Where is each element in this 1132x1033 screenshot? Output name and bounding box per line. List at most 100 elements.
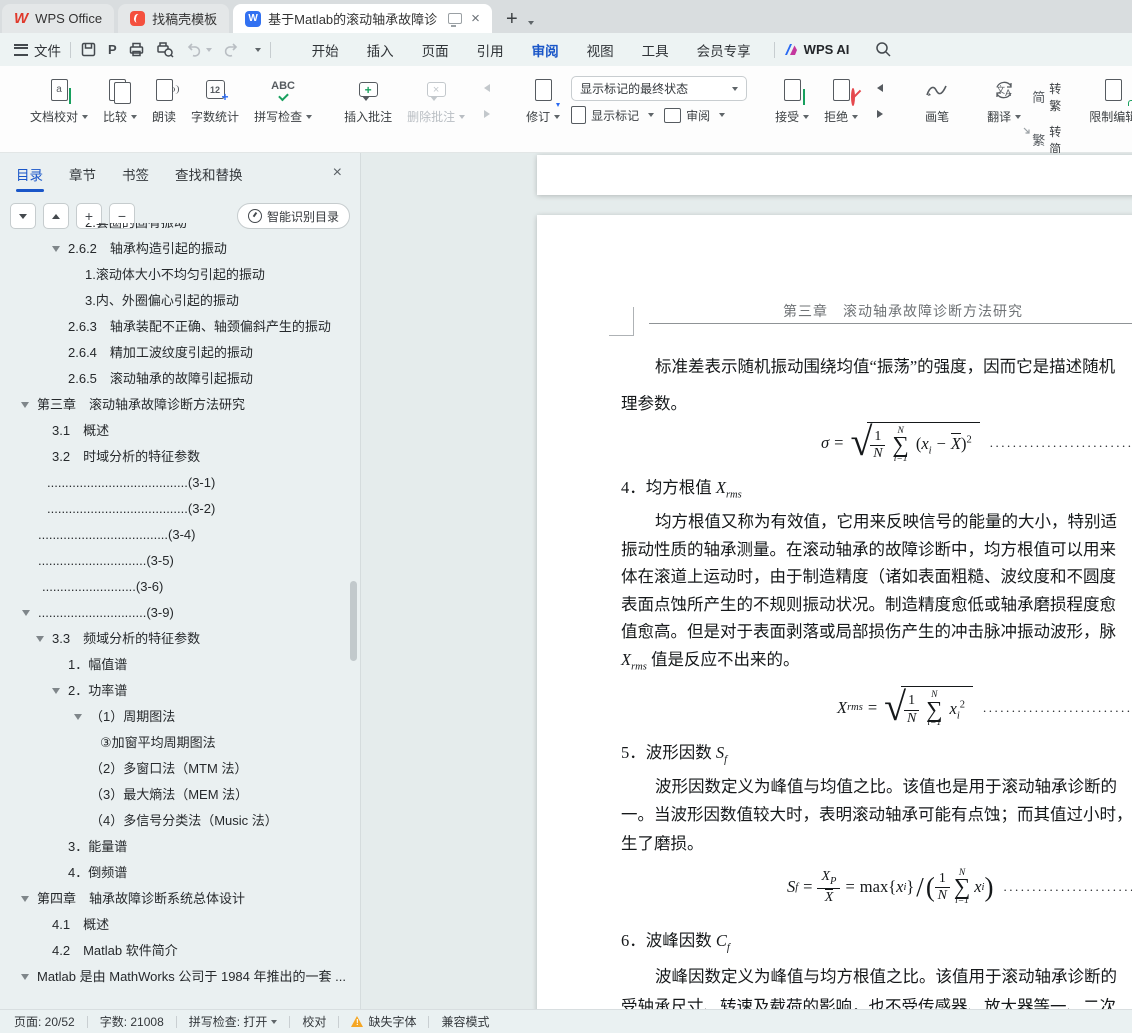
toc-item[interactable]: 1.滚动体大小不均匀引起的振动	[0, 262, 360, 288]
print-icon[interactable]	[128, 41, 145, 58]
review-pane-button[interactable]: 审阅	[664, 107, 726, 124]
insert-comment-button[interactable]: + 插入批注	[340, 74, 396, 127]
toc-item[interactable]: ..........................(3-6)	[0, 574, 360, 600]
traditional-to-simplified-button[interactable]: 繁 转简	[1032, 123, 1061, 157]
tab-find-replace[interactable]: 查找和替换	[175, 160, 243, 188]
word-count-button[interactable]: 12 + 字数统计	[187, 74, 243, 127]
compare-button[interactable]: 比较	[99, 74, 141, 127]
menu-membership[interactable]: 会员专享	[683, 34, 765, 66]
tab-wps-office[interactable]: W WPS Office	[2, 4, 115, 33]
toc-item[interactable]: 3.1 概述	[0, 418, 360, 444]
qat-more-chevron-icon[interactable]	[254, 47, 261, 52]
page-current[interactable]: 第三章 滚动轴承故障诊断方法研究 标准差表示随机振动围绕均值“振荡”的强度，因而…	[537, 215, 1132, 1018]
toc-item[interactable]: （2）多窗口法（MTM 法）	[0, 756, 360, 782]
menu-view[interactable]: 视图	[573, 34, 628, 66]
expand-triangle-icon[interactable]	[21, 974, 29, 980]
simplified-to-traditional-button[interactable]: 简 转繁	[1032, 80, 1061, 114]
sidebar-scrollbar[interactable]	[350, 581, 357, 661]
menu-tools[interactable]: 工具	[628, 34, 683, 66]
divider	[175, 1015, 177, 1028]
hamburger-menu-icon[interactable]	[14, 43, 28, 56]
expand-group-icon[interactable]	[1022, 126, 1031, 135]
accept-revision-button[interactable]: 接受	[771, 74, 813, 127]
toc-item[interactable]: 3.内、外圈偏心引起的振动	[0, 288, 360, 314]
wps-logo-icon: W	[14, 10, 29, 27]
expand-triangle-icon[interactable]	[21, 896, 29, 902]
tab-toc[interactable]: 目录	[16, 160, 43, 188]
tab-document[interactable]: W 基于Matlab的滚动轴承故障诊 ×	[233, 4, 492, 33]
expand-triangle-icon[interactable]	[52, 688, 60, 694]
export-pdf-icon[interactable]: P	[108, 42, 117, 57]
spell-check-button[interactable]: ABC 拼写检查	[250, 74, 316, 127]
close-panel-icon[interactable]: ×	[333, 165, 342, 181]
expand-triangle-icon[interactable]	[52, 246, 60, 252]
print-preview-icon[interactable]	[156, 41, 174, 58]
toc-item[interactable]: 4．倒频谱	[0, 860, 360, 886]
toc-item[interactable]: 2.套圈的固有振动	[0, 223, 360, 236]
previous-revision-icon[interactable]	[869, 77, 891, 99]
expand-triangle-icon[interactable]	[36, 636, 44, 642]
toc-item[interactable]: 2.6.4 精加工波纹度引起的振动	[0, 340, 360, 366]
markup-state-select[interactable]: 显示标记的最终状态	[571, 76, 748, 101]
toc-item[interactable]: 2.6.3 轴承装配不正确、轴颈偏斜产生的振动	[0, 314, 360, 340]
toc-item[interactable]: 2.6.2 轴承构造引起的振动	[0, 236, 360, 262]
toc-item[interactable]: 第四章 轴承故障诊断系统总体设计	[0, 886, 360, 912]
toc-item[interactable]: 4.2 Matlab 软件简介	[0, 938, 360, 964]
toc-item[interactable]: ..............................(3-5)	[0, 548, 360, 574]
toc-item[interactable]: （3）最大熵法（MEM 法）	[0, 782, 360, 808]
expand-triangle-icon[interactable]	[22, 610, 30, 616]
missing-font-button[interactable]: 缺失字体	[368, 1013, 416, 1030]
word-count-indicator[interactable]: 字数: 21008	[100, 1013, 164, 1030]
toc-item[interactable]: 第三章 滚动轴承故障诊断方法研究	[0, 392, 360, 418]
toc-item[interactable]: （1）周期图法	[0, 704, 360, 730]
menu-review[interactable]: 审阅	[518, 34, 573, 66]
close-tab-icon[interactable]: ×	[471, 11, 480, 26]
toc-item[interactable]: ....................................(3-4…	[0, 522, 360, 548]
page-indicator[interactable]: 页面: 20/52	[14, 1013, 75, 1030]
toc-item[interactable]: .......................................(…	[0, 470, 360, 496]
menu-page[interactable]: 页面	[408, 34, 463, 66]
screen-share-icon[interactable]	[448, 13, 463, 27]
translate-button[interactable]: 文 A 翻译	[983, 74, 1025, 127]
compatibility-mode-label[interactable]: 兼容模式	[441, 1013, 489, 1030]
tab-chapters[interactable]: 章节	[69, 160, 96, 188]
new-tab-button[interactable]: +	[506, 9, 518, 29]
toc-item[interactable]: 2.6.5 滚动轴承的故障引起振动	[0, 366, 360, 392]
tab-bookmarks[interactable]: 书签	[122, 160, 149, 188]
toc-item[interactable]: .......................................(…	[0, 496, 360, 522]
menu-reference[interactable]: 引用	[463, 34, 518, 66]
toc-item[interactable]: （4）多信号分类法（Music 法）	[0, 808, 360, 834]
track-changes-button[interactable]: 修订	[522, 74, 564, 127]
show-markup-button[interactable]: 显示标记	[571, 106, 655, 124]
spell-check-toggle[interactable]: 拼写检查: 打开	[189, 1013, 278, 1030]
toc-item[interactable]: 3.2 时域分析的特征参数	[0, 444, 360, 470]
search-icon[interactable]	[875, 41, 892, 58]
toc-item[interactable]: Matlab 是由 MathWorks 公司于 1984 年推出的一套 ...	[0, 964, 360, 990]
brush-button[interactable]: 画笔	[915, 74, 959, 127]
file-menu[interactable]: 文件	[34, 40, 61, 60]
tab-list-chevron-icon[interactable]	[527, 21, 534, 25]
toc-item[interactable]: 2．功率谱	[0, 678, 360, 704]
toc-item[interactable]: ③加窗平均周期图法	[0, 730, 360, 756]
next-revision-icon[interactable]	[869, 103, 891, 125]
wps-ai-button[interactable]: WPS AI	[784, 42, 849, 57]
toc-item[interactable]: 3.3 频域分析的特征参数	[0, 626, 360, 652]
page-content[interactable]: 标准差表示随机振动围绕均值“振荡”的强度，因而它是描述随机 理参数。 σ = √ …	[621, 348, 1132, 1018]
save-icon[interactable]	[80, 41, 97, 58]
expand-triangle-icon[interactable]	[74, 714, 82, 720]
proofread-button[interactable]: 校对	[302, 1013, 326, 1030]
document-area[interactable]: 第三章 滚动轴承故障诊断方法研究 标准差表示随机振动围绕均值“振荡”的强度，因而…	[361, 153, 1132, 1018]
tab-docer-template[interactable]: 找稿壳模板	[118, 4, 230, 33]
restrict-edit-button[interactable]: 限制编辑	[1085, 74, 1132, 127]
toc-item[interactable]: ..............................(3-9)	[0, 600, 360, 626]
read-aloud-button[interactable]: 朗读	[148, 74, 180, 127]
menu-insert[interactable]: 插入	[353, 34, 408, 66]
toc-item[interactable]: 1．幅值谱	[0, 652, 360, 678]
toc-item[interactable]: 3．能量谱	[0, 834, 360, 860]
previous-comment-icon	[476, 77, 498, 99]
expand-triangle-icon[interactable]	[21, 402, 29, 408]
menu-home[interactable]: 开始	[298, 34, 353, 66]
doc-proof-button[interactable]: a 文档校对	[26, 74, 92, 127]
toc-item[interactable]: 4.1 概述	[0, 912, 360, 938]
reject-revision-button[interactable]: 拒绝	[820, 74, 862, 127]
